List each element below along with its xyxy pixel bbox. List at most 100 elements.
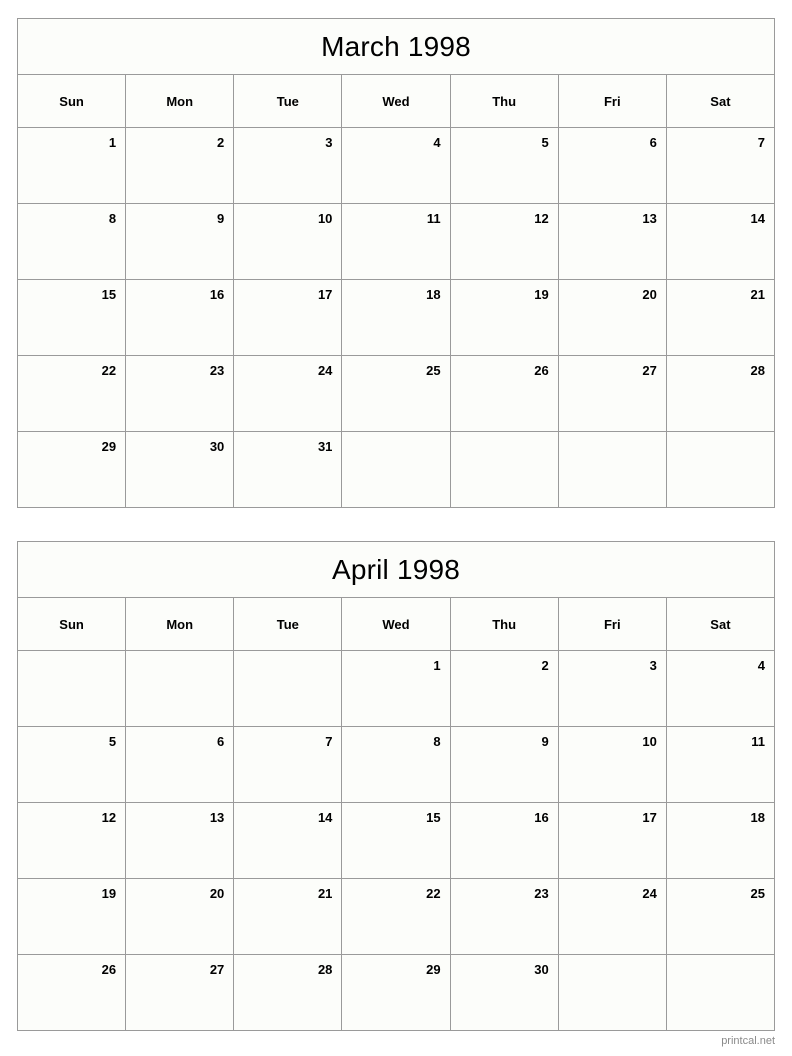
day-cell[interactable]: 27: [557, 355, 667, 432]
week-row: 12 13 14 15 16 17 18: [17, 802, 775, 879]
day-cell[interactable]: 16: [449, 802, 559, 879]
day-cell[interactable]: 16: [125, 279, 235, 356]
weekday-header-thu: Thu: [449, 74, 559, 128]
month-title: April 1998: [17, 541, 775, 598]
day-cell[interactable]: [233, 650, 343, 727]
day-cell[interactable]: 21: [233, 878, 343, 955]
day-cell[interactable]: 18: [341, 279, 451, 356]
day-cell[interactable]: 15: [341, 802, 451, 879]
day-cell[interactable]: 4: [665, 650, 775, 727]
day-cell[interactable]: 30: [449, 954, 559, 1031]
day-cell[interactable]: 25: [665, 878, 775, 955]
weekday-header-row: Sun Mon Tue Wed Thu Fri Sat: [17, 74, 775, 128]
day-cell[interactable]: 9: [125, 203, 235, 280]
day-cell[interactable]: 12: [449, 203, 559, 280]
day-cell[interactable]: 25: [341, 355, 451, 432]
day-cell[interactable]: 19: [449, 279, 559, 356]
day-cell[interactable]: 3: [557, 650, 667, 727]
day-cell[interactable]: [125, 650, 235, 727]
weekday-header-tue: Tue: [233, 597, 343, 651]
day-cell[interactable]: [341, 431, 451, 508]
weekday-header-thu: Thu: [449, 597, 559, 651]
weekday-header-sun: Sun: [17, 597, 127, 651]
week-row: 1 2 3 4: [17, 650, 775, 727]
weekday-header-tue: Tue: [233, 74, 343, 128]
day-cell[interactable]: 28: [233, 954, 343, 1031]
day-cell[interactable]: 10: [233, 203, 343, 280]
day-cell[interactable]: 27: [125, 954, 235, 1031]
day-cell[interactable]: 31: [233, 431, 343, 508]
week-row: 5 6 7 8 9 10 11: [17, 726, 775, 803]
day-cell[interactable]: 2: [125, 127, 235, 204]
day-cell[interactable]: 20: [125, 878, 235, 955]
day-cell[interactable]: 24: [233, 355, 343, 432]
day-cell[interactable]: 23: [449, 878, 559, 955]
day-cell[interactable]: 20: [557, 279, 667, 356]
day-cell[interactable]: 10: [557, 726, 667, 803]
day-cell[interactable]: 17: [233, 279, 343, 356]
day-cell[interactable]: 30: [125, 431, 235, 508]
day-cell[interactable]: 11: [341, 203, 451, 280]
day-cell[interactable]: [665, 954, 775, 1031]
day-cell[interactable]: 18: [665, 802, 775, 879]
day-cell[interactable]: 22: [341, 878, 451, 955]
day-cell[interactable]: 8: [17, 203, 127, 280]
day-cell[interactable]: [449, 431, 559, 508]
day-cell[interactable]: 2: [449, 650, 559, 727]
day-cell[interactable]: 15: [17, 279, 127, 356]
month-calendar-april: April 1998 Sun Mon Tue Wed Thu Fri Sat 1…: [17, 541, 775, 1031]
weekday-header-wed: Wed: [341, 597, 451, 651]
weekday-header-sun: Sun: [17, 74, 127, 128]
week-row: 19 20 21 22 23 24 25: [17, 878, 775, 955]
day-cell[interactable]: 14: [665, 203, 775, 280]
day-cell[interactable]: 11: [665, 726, 775, 803]
day-cell[interactable]: [17, 650, 127, 727]
day-cell[interactable]: 14: [233, 802, 343, 879]
day-cell[interactable]: 1: [341, 650, 451, 727]
day-cell[interactable]: 5: [449, 127, 559, 204]
weekday-header-sat: Sat: [665, 597, 775, 651]
day-cell[interactable]: 29: [17, 431, 127, 508]
weekday-header-fri: Fri: [557, 597, 667, 651]
day-cell[interactable]: 29: [341, 954, 451, 1031]
footer-attribution: printcal.net: [721, 1035, 775, 1047]
week-row: 29 30 31: [17, 431, 775, 508]
day-cell[interactable]: 5: [17, 726, 127, 803]
day-cell[interactable]: 7: [233, 726, 343, 803]
day-cell[interactable]: 26: [17, 954, 127, 1031]
day-cell[interactable]: 13: [557, 203, 667, 280]
day-cell[interactable]: 23: [125, 355, 235, 432]
day-cell[interactable]: 24: [557, 878, 667, 955]
day-cell[interactable]: 3: [233, 127, 343, 204]
weekday-header-row: Sun Mon Tue Wed Thu Fri Sat: [17, 597, 775, 651]
day-cell[interactable]: 1: [17, 127, 127, 204]
day-cell[interactable]: 12: [17, 802, 127, 879]
day-cell[interactable]: 17: [557, 802, 667, 879]
day-cell[interactable]: 22: [17, 355, 127, 432]
day-cell[interactable]: 21: [665, 279, 775, 356]
day-cell[interactable]: [557, 954, 667, 1031]
weekday-header-fri: Fri: [557, 74, 667, 128]
month-title-row: April 1998: [17, 541, 775, 598]
weekday-header-mon: Mon: [125, 597, 235, 651]
day-cell[interactable]: 6: [557, 127, 667, 204]
weekday-header-sat: Sat: [665, 74, 775, 128]
day-cell[interactable]: 7: [665, 127, 775, 204]
day-cell[interactable]: 8: [341, 726, 451, 803]
day-cell[interactable]: [557, 431, 667, 508]
day-cell[interactable]: 28: [665, 355, 775, 432]
day-cell[interactable]: 4: [341, 127, 451, 204]
month-title: March 1998: [17, 18, 775, 75]
week-row: 26 27 28 29 30: [17, 954, 775, 1031]
day-cell[interactable]: 13: [125, 802, 235, 879]
week-row: 1 2 3 4 5 6 7: [17, 127, 775, 204]
weekday-header-wed: Wed: [341, 74, 451, 128]
weekday-header-mon: Mon: [125, 74, 235, 128]
week-row: 8 9 10 11 12 13 14: [17, 203, 775, 280]
day-cell[interactable]: 9: [449, 726, 559, 803]
month-calendar-march: March 1998 Sun Mon Tue Wed Thu Fri Sat 1…: [17, 18, 775, 508]
day-cell[interactable]: 6: [125, 726, 235, 803]
day-cell[interactable]: [665, 431, 775, 508]
day-cell[interactable]: 19: [17, 878, 127, 955]
day-cell[interactable]: 26: [449, 355, 559, 432]
